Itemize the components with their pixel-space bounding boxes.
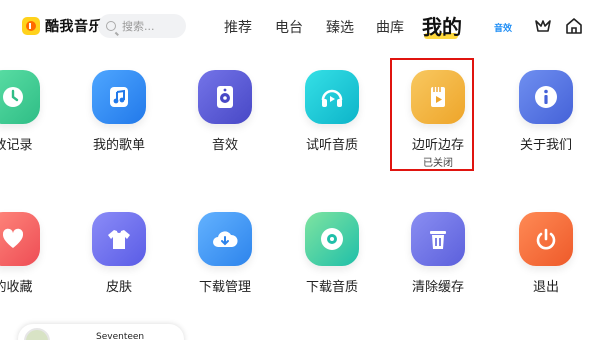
grid-item-label: 皮肤 [105,280,132,295]
grid-item-download-quality[interactable]: 下载音质 [279,212,385,322]
vip-icon[interactable] [534,17,552,35]
tab-selected[interactable]: 臻选 [326,17,354,37]
grid-item-label: 下载管理 [198,280,251,295]
grid-item-label: 清除缓存 [411,280,464,295]
mini-player[interactable]: Seventeen [18,324,184,340]
grid-item-clear-cache[interactable]: 清除缓存 [385,212,491,322]
cloud-download-icon [198,212,252,266]
grid-item-label: 关于我们 [519,138,572,153]
grid-item-download-manager[interactable]: 下载管理 [172,212,278,322]
tab-library[interactable]: 曲库 [376,17,404,37]
grid-item-label: 下载音质 [305,280,358,295]
tshirt-icon [92,212,146,266]
grid-item-skin[interactable]: 皮肤 [66,212,172,322]
app-logo-icon [22,17,40,35]
grid-item-label: 音效 [211,138,238,153]
tab-radio[interactable]: 电台 [275,17,303,37]
highlight-box [390,58,474,171]
grid-item-my-playlist[interactable]: 我的歌单 [66,70,172,180]
search-input[interactable] [122,19,182,33]
grid-item-label: 试听音质 [305,138,358,153]
speaker-icon [198,70,252,124]
power-icon [519,212,573,266]
disc-icon [305,212,359,266]
album-cover [24,328,50,340]
info-icon [519,70,573,124]
grid-item-audition-quality[interactable]: 试听音质 [279,70,385,180]
music-note-icon [92,70,146,124]
trash-icon [411,212,465,266]
grid-item-logout[interactable]: 退出 [493,212,599,322]
grid-item-my-favorites[interactable]: 的收藏 [0,212,66,322]
clock-icon [0,70,40,124]
tab-mine[interactable]: 我的 [422,11,462,40]
heart-icon [0,212,40,266]
app-logo[interactable]: 酷我音乐 [22,16,103,36]
search-box[interactable] [98,14,186,38]
home-icon[interactable] [565,17,583,35]
search-icon [106,21,116,31]
now-playing-title: Seventeen [96,332,145,340]
grid-item-label: 退出 [532,280,559,295]
grid-item-label: 放记录 [0,138,33,153]
grid-item-play-history[interactable]: 放记录 [0,70,66,180]
app-name: 酷我音乐 [45,19,103,35]
headphones-icon [305,70,359,124]
top-bar: 酷我音乐 推荐 电台 臻选 曲库 我的 音效 [0,0,600,52]
sound-effect-badge[interactable]: 音效 [494,21,512,34]
grid-item-label: 我的歌单 [92,138,145,153]
grid-item-label: 的收藏 [0,280,33,295]
grid-item-about-us[interactable]: 关于我们 [493,70,599,180]
tab-recommend[interactable]: 推荐 [224,17,252,37]
grid-item-sound-effect[interactable]: 音效 [172,70,278,180]
